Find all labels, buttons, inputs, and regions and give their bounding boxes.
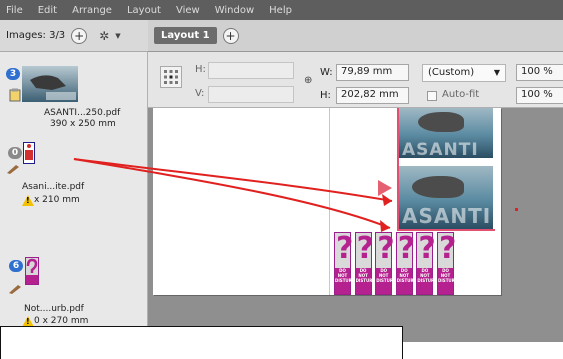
image-thumbnail-not-disturb[interactable] [25,257,39,285]
door-hanger-hook: ? [377,231,395,266]
placed-image-asanti[interactable]: ASANTI [398,166,493,229]
layout-canvas[interactable]: ASANTI ASANTI ? DO NOT DISTURB? DO NOT DIS… [148,108,563,342]
image-badge: 0 [8,147,22,159]
width-field[interactable]: 79,89 mm [336,64,409,81]
door-hanger-hook: ? [418,231,436,266]
menu-bar: File Edit Arrange Layout View Window Hel… [0,0,563,20]
not-disturb-thumbnail-image [25,257,39,285]
image-filename: Not....urb.pdf [24,304,84,314]
pen-icon [6,164,20,174]
warning-icon [22,195,34,206]
image-size: x 210 mm [34,195,80,205]
image-thumbnail-asanti[interactable] [22,66,78,102]
placed-image-door-hanger[interactable]: ? DO NOT DISTURB [437,231,458,295]
scale-height-field[interactable]: 100 % [516,87,563,104]
callout-box [0,326,403,359]
height-label: H: [320,90,331,101]
chevron-down-icon[interactable]: ▼ [115,32,120,40]
clipboard-icon [8,88,22,102]
placed-image-door-hanger[interactable]: ? DO NOT DISTURB [334,231,355,295]
placed-image-door-hanger[interactable]: ? DO NOT DISTURB [375,231,396,295]
autofit-checkbox[interactable] [427,91,437,101]
image-badge: 6 [9,260,23,272]
image-filename: Asani...ite.pdf [22,182,85,192]
door-hanger-text: DO NOT DISTURB [376,268,396,283]
h-position-field[interactable] [208,62,294,79]
door-hanger-text: DO NOT DISTURB [335,268,355,283]
images-header: Images: 3/3 + ✲ ▼ [0,20,148,52]
placed-image-door-hanger[interactable]: ? DO NOT DISTURB [354,231,376,295]
size-preset-value: (Custom) [428,67,475,78]
v-position-label: V: [195,88,205,99]
image-filename: ASANTI...250.pdf [44,108,121,118]
width-label: W: [320,67,333,78]
gear-icon[interactable]: ✲ [99,29,109,43]
menu-edit[interactable]: Edit [32,5,66,16]
tab-layout-1[interactable]: Layout 1 [154,27,217,44]
height-field[interactable]: 202,82 mm [336,87,409,104]
chevron-down-icon: ▼ [493,68,500,77]
image-badge: 3 [6,68,20,80]
artwork-text: ASANTI [402,140,479,158]
h-position-label: H: [195,64,206,75]
images-panel: 3 ASANTI...250.pdf 390 x 250 mm 0 Asani.… [0,52,148,342]
add-image-button[interactable]: + [71,27,88,44]
menu-layout[interactable]: Layout [121,5,170,16]
images-count-label: Images: 3/3 [6,30,66,41]
artwork-text: ASANTI [402,204,492,228]
add-layout-button[interactable]: + [222,27,239,44]
menu-arrange[interactable]: Arrange [66,5,121,16]
reference-point-icon[interactable] [160,66,182,88]
image-size: 0 x 270 mm [34,316,89,326]
door-hanger-text: DO NOT DISTURB [417,268,438,283]
door-hanger-hook: ? [439,231,457,266]
door-hanger-hook: ? [336,231,354,266]
menu-window[interactable]: Window [209,5,263,16]
placed-image-door-hanger[interactable]: ? DO NOT DISTURB [395,231,417,295]
pen-icon [8,284,22,294]
sheet-divider [329,108,330,295]
page-outline [397,108,399,230]
size-preset-select[interactable]: (Custom) ▼ [422,64,506,82]
door-hanger-hook: ? [356,231,374,266]
menu-help[interactable]: Help [263,5,301,16]
door-hanger-text: DO NOT DISTURB [396,268,417,283]
app-window: File Edit Arrange Layout View Window Hel… [0,0,563,359]
autofit-label: Auto-fit [442,89,480,100]
door-hanger-text: DO NOT DISTURB [438,268,458,283]
menu-view[interactable]: View [170,5,209,16]
layout-sheet[interactable]: ASANTI ASANTI ? DO NOT DISTURB? DO NOT DIS… [153,108,501,295]
image-thumbnail-door-hanger[interactable] [23,142,35,164]
layout-tab-bar: Layout 1 + [148,20,563,52]
door-hanger-thumbnail-image [23,142,35,164]
asanti-thumbnail-image [22,66,78,102]
scale-width-field[interactable]: 100 % [516,64,563,81]
menu-file[interactable]: File [6,5,32,16]
image-size: 390 x 250 mm [50,119,116,129]
door-hanger-text: DO NOT DISTURB [355,268,376,283]
placed-image-asanti[interactable]: ASANTI [398,108,493,158]
link-proportions-icon[interactable]: ⊕ [304,75,312,86]
door-hanger-hook: ? [397,231,416,266]
properties-toolbar: H: V: ⊕ W: 79,89 mm H: 202,82 mm (Custom… [148,52,563,108]
v-position-field[interactable] [208,86,294,103]
placed-image-door-hanger[interactable]: ? DO NOT DISTURB [416,231,438,295]
